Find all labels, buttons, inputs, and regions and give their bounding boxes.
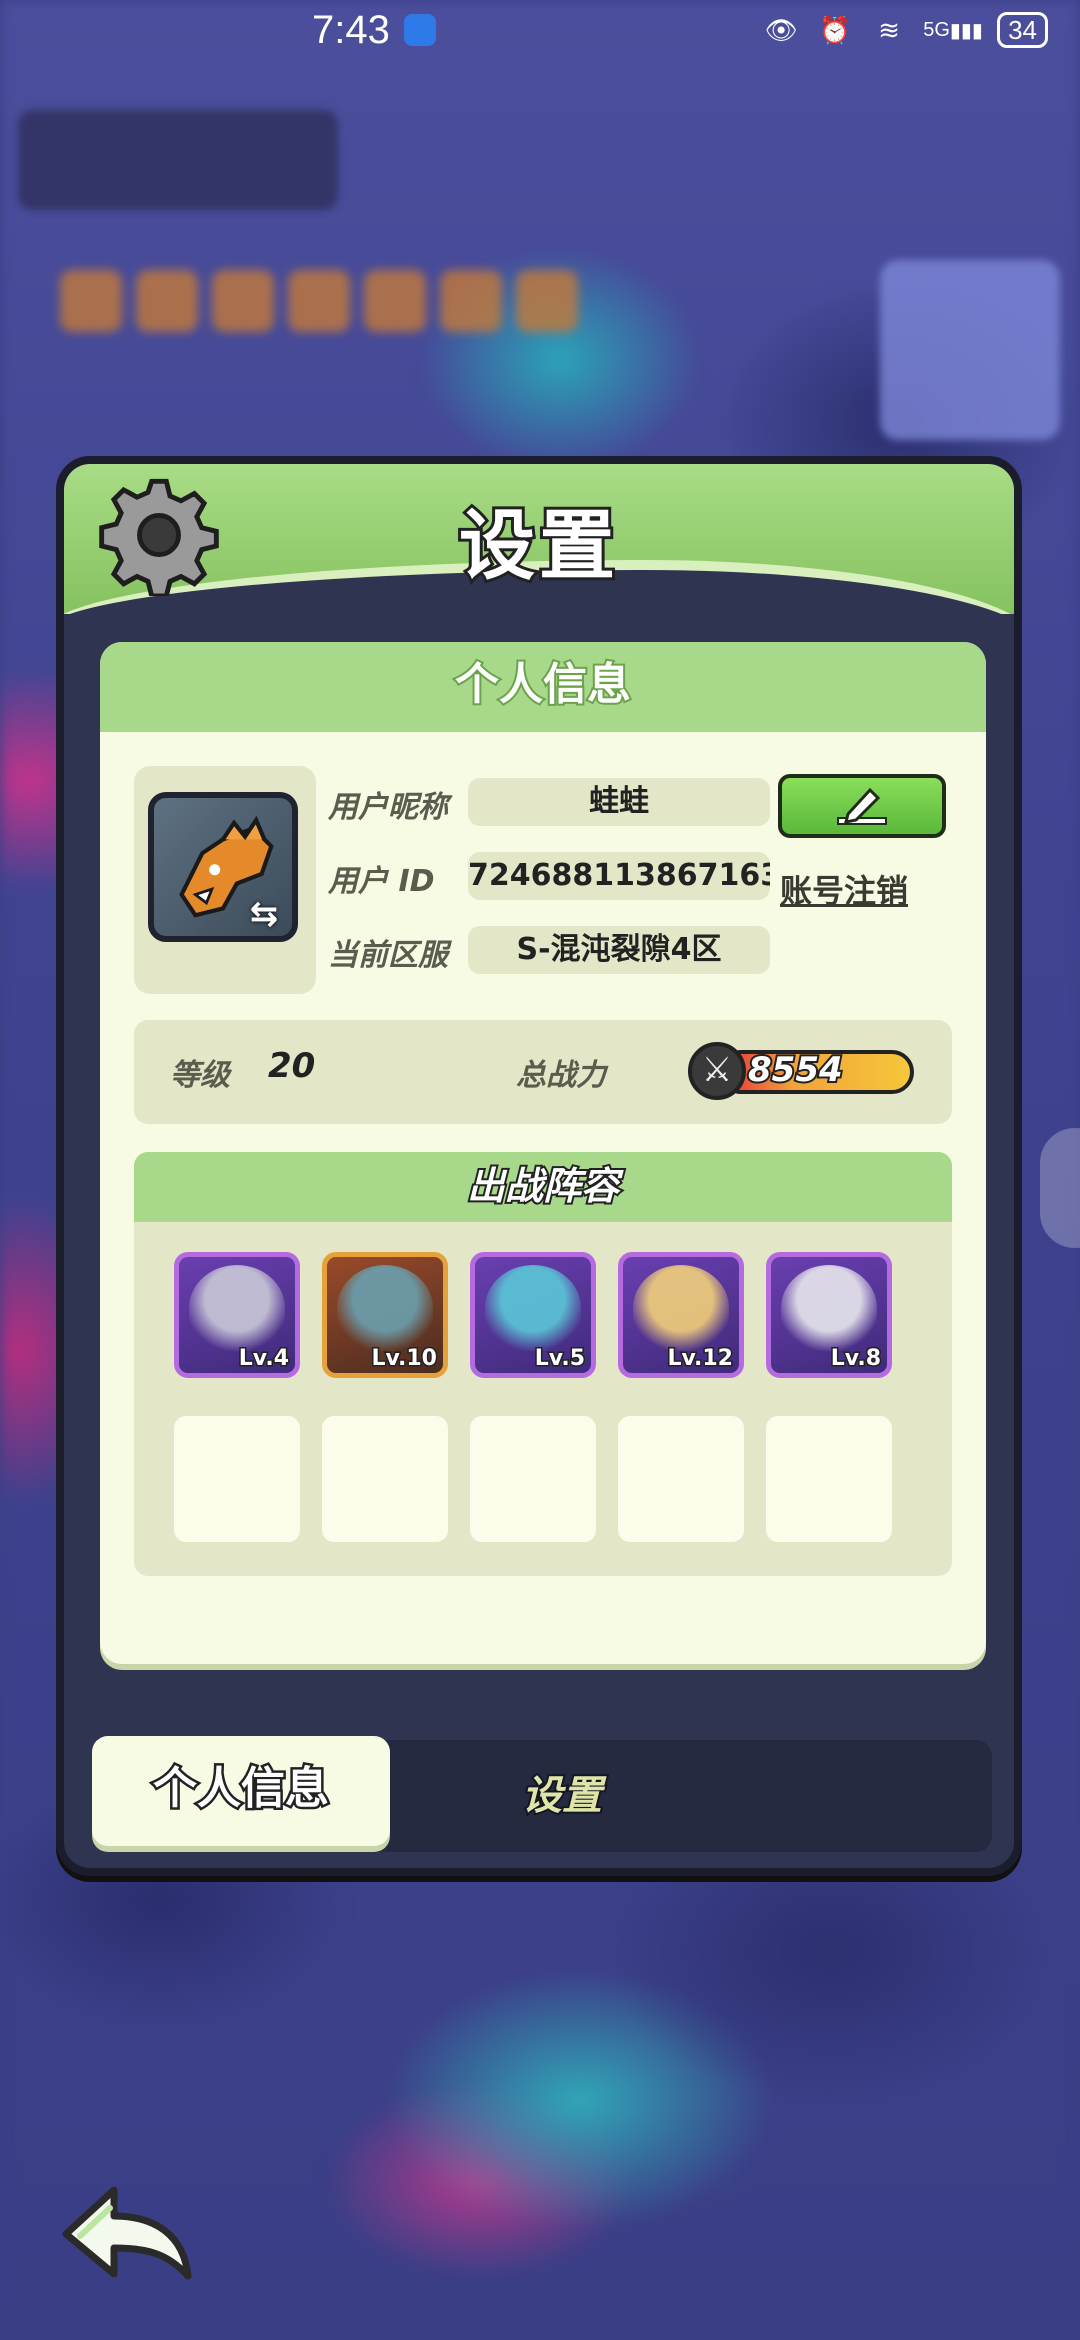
- personal-info-panel: 个人信息 ⇆ 用户昵称 蛙蛙 用户 ID 72468811386716340 账…: [100, 642, 986, 1664]
- back-arrow-icon[interactable]: [56, 2176, 196, 2286]
- server-label: 当前区服: [328, 938, 448, 973]
- hero-level: Lv.10: [370, 1345, 439, 1373]
- server-value: S-混沌裂隙4区: [468, 926, 770, 974]
- eye-icon: 👁: [764, 14, 798, 45]
- power-label: 总战力: [516, 1058, 606, 1093]
- userid-value: 72468811386716340: [468, 852, 770, 900]
- status-icons: 👁 ⏰ ≋ 5G ▮▮▮ 34: [761, 12, 1048, 48]
- empty-hero-slot[interactable]: [766, 1416, 892, 1542]
- tab-personal-info[interactable]: 个人信息: [92, 1736, 390, 1846]
- hero-card[interactable]: Lv.4: [174, 1252, 300, 1378]
- empty-hero-slot[interactable]: [322, 1416, 448, 1542]
- hero-portrait: [633, 1265, 729, 1351]
- panel-title: 个人信息: [100, 642, 986, 732]
- lineup-title: 出战阵容: [134, 1152, 952, 1222]
- swap-arrows-icon[interactable]: ⇆: [242, 896, 286, 932]
- hero-portrait: [189, 1265, 285, 1351]
- dialog-header: 设置: [64, 464, 1014, 614]
- power-value: 8554: [746, 1048, 845, 1092]
- weather-icon: [404, 14, 436, 46]
- hero-row: Lv.4 Lv.10 Lv.5 Lv.12 Lv.8: [174, 1252, 892, 1378]
- wifi-icon: ≋: [878, 14, 900, 45]
- settings-dialog: 设置 个人信息 ⇆ 用户昵称 蛙蛙 用户 ID 72468811386716 账…: [56, 456, 1022, 1876]
- crossed-swords-icon: ⚔: [688, 1042, 746, 1100]
- edge-handle[interactable]: [1040, 1128, 1080, 1248]
- cancel-account-link[interactable]: 账号注销: [780, 866, 908, 912]
- tab-bar: 个人信息 设置: [92, 1736, 992, 1852]
- empty-hero-slot[interactable]: [470, 1416, 596, 1542]
- battery-level: 34: [1008, 15, 1037, 45]
- empty-slot-row: [174, 1416, 892, 1542]
- pencil-icon: [837, 787, 887, 825]
- network-type: 5G: [923, 18, 950, 41]
- status-bar: 7:43 👁 ⏰ ≋ 5G ▮▮▮ 34: [0, 0, 1080, 60]
- hero-portrait: [337, 1265, 433, 1351]
- avatar[interactable]: ⇆: [148, 792, 298, 942]
- hero-card[interactable]: Lv.12: [618, 1252, 744, 1378]
- power-badge: ⚔ 8554: [688, 1042, 918, 1100]
- hero-card[interactable]: Lv.8: [766, 1252, 892, 1378]
- level-value: 20: [268, 1046, 316, 1086]
- hero-card[interactable]: Lv.10: [322, 1252, 448, 1378]
- status-time: 7:43: [312, 8, 390, 52]
- battle-lineup: 出战阵容 Lv.4 Lv.10 Lv.5 Lv.12 Lv.8: [134, 1152, 952, 1576]
- nickname-label: 用户昵称: [328, 790, 448, 825]
- avatar-frame[interactable]: ⇆: [134, 766, 316, 994]
- alarm-icon: ⏰: [818, 14, 852, 45]
- edit-nickname-button[interactable]: [778, 774, 946, 838]
- dialog-title: 设置: [456, 498, 619, 593]
- battery-icon: 34: [997, 12, 1048, 48]
- level-label: 等级: [170, 1058, 230, 1093]
- hero-portrait: [781, 1265, 877, 1351]
- hero-level: Lv.8: [829, 1345, 882, 1373]
- background-minimap: [880, 260, 1060, 440]
- hero-portrait: [485, 1265, 581, 1351]
- tab-settings[interactable]: 设置: [462, 1740, 662, 1852]
- nickname-value: 蛙蛙: [468, 778, 770, 826]
- stats-row: 等级 20 总战力 ⚔ 8554: [134, 1020, 952, 1124]
- background-player-bar: [18, 110, 338, 210]
- hero-level: Lv.4: [237, 1345, 290, 1373]
- hero-card[interactable]: Lv.5: [470, 1252, 596, 1378]
- hero-level: Lv.5: [533, 1345, 586, 1373]
- signal-icon: 5G ▮▮▮: [923, 18, 983, 42]
- hero-level: Lv.12: [666, 1345, 735, 1373]
- empty-hero-slot[interactable]: [618, 1416, 744, 1542]
- userid-label: 用户 ID: [328, 864, 435, 899]
- empty-hero-slot[interactable]: [174, 1416, 300, 1542]
- background-hero-strip: [60, 270, 700, 360]
